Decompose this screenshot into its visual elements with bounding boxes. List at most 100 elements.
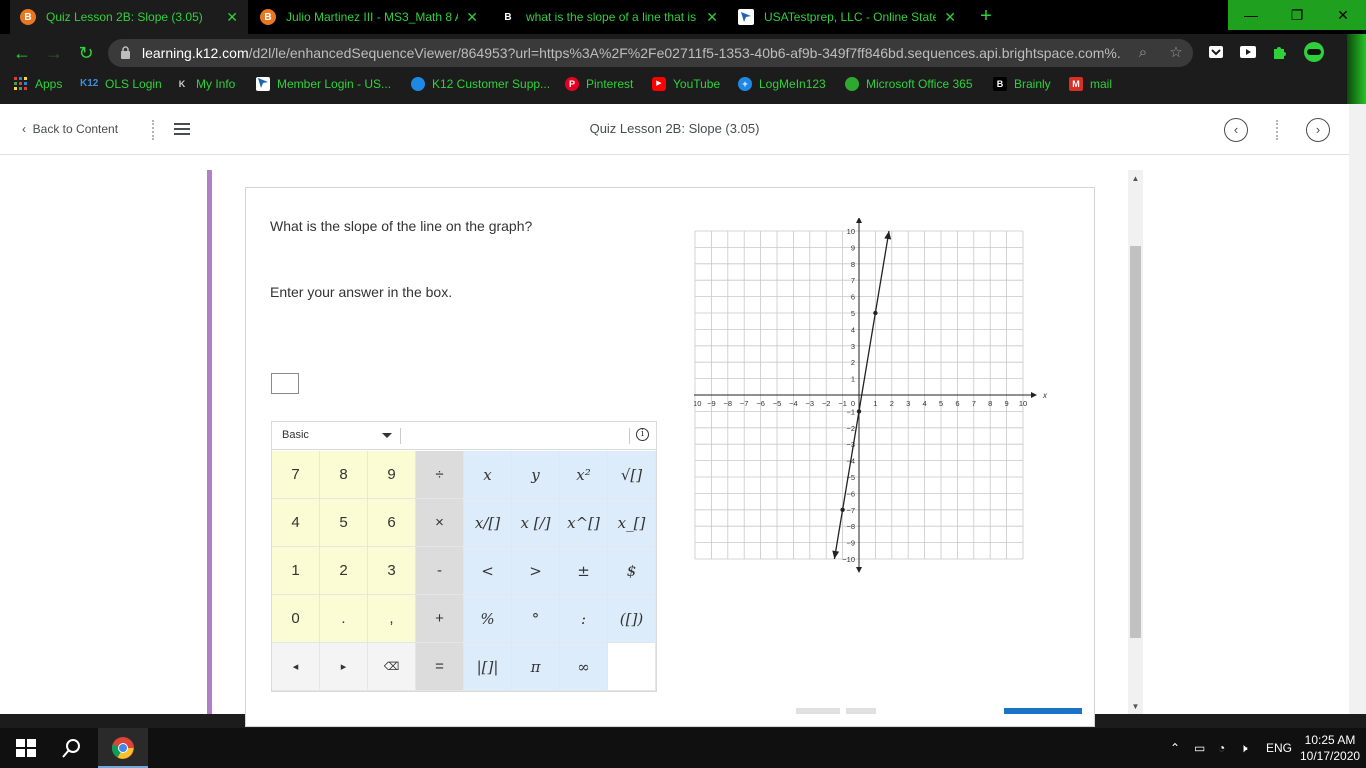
- bookmark-ols-login[interactable]: K12 OLS Login: [80, 72, 162, 96]
- minimize-button[interactable]: —: [1228, 0, 1274, 30]
- info-icon[interactable]: i: [636, 428, 649, 441]
- tab-quiz-lesson[interactable]: B Quiz Lesson 2B: Slope (3.05) ✕: [10, 0, 248, 34]
- keypad-key[interactable]: +: [416, 595, 464, 643]
- bookmark-mail[interactable]: M mail: [1069, 72, 1112, 96]
- extensions-puzzle-icon[interactable]: [1271, 43, 1289, 61]
- keypad-key[interactable]: ◂: [272, 643, 320, 691]
- address-bar[interactable]: learning.k12.com/d2l/le/enhancedSequence…: [108, 39, 1193, 67]
- keypad-key[interactable]: √[]: [608, 451, 656, 499]
- taskbar-clock[interactable]: 10:25 AM 10/17/2020: [1300, 732, 1360, 764]
- video-extension-icon[interactable]: [1239, 43, 1257, 61]
- keypad-key[interactable]: y: [512, 451, 560, 499]
- reload-icon[interactable]: ↻: [74, 41, 98, 65]
- bookmark-member-login[interactable]: Member Login - US...: [256, 72, 391, 96]
- back-arrow-icon[interactable]: ←: [10, 41, 34, 65]
- keypad-key[interactable]: x²: [560, 451, 608, 499]
- keypad-key[interactable]: 6: [368, 499, 416, 547]
- keypad-key[interactable]: ∞: [560, 643, 608, 691]
- bookmark-brainly[interactable]: B Brainly: [993, 72, 1051, 96]
- volume-icon[interactable]: 🕨: [1240, 728, 1248, 768]
- tray-chevron-icon[interactable]: ⌃: [1170, 728, 1180, 768]
- keypad-key[interactable]: ±: [560, 547, 608, 595]
- chevron-down-icon[interactable]: [382, 433, 392, 438]
- keypad-key[interactable]: 8: [320, 451, 368, 499]
- tab-julio-martinez[interactable]: B Julio Martinez III - MS3_Math 8 A ✕: [250, 0, 488, 34]
- close-window-button[interactable]: ✕: [1320, 0, 1366, 30]
- keypad-key[interactable]: %: [464, 595, 512, 643]
- keypad-key[interactable]: 9: [368, 451, 416, 499]
- keypad-key[interactable]: °: [512, 595, 560, 643]
- next-arrow-icon[interactable]: ›: [1306, 118, 1330, 142]
- close-tab-icon[interactable]: ✕: [226, 9, 238, 26]
- tab-brainly[interactable]: B what is the slope of a line that is ✕: [490, 0, 728, 34]
- keypad-mode-select[interactable]: Basic: [282, 429, 309, 441]
- keypad-key[interactable]: $: [608, 547, 656, 595]
- keypad-key[interactable]: 5: [320, 499, 368, 547]
- content-scrollbar-thumb[interactable]: [1130, 246, 1141, 638]
- x-tick-label: 5: [939, 399, 943, 408]
- keypad-key[interactable]: 7: [272, 451, 320, 499]
- answer-input[interactable]: [271, 373, 299, 394]
- keypad-key[interactable]: 4: [272, 499, 320, 547]
- previous-arrow-icon[interactable]: ‹: [1224, 118, 1248, 142]
- pocket-extension-icon[interactable]: [1207, 43, 1225, 61]
- keypad-key[interactable]: <: [464, 547, 512, 595]
- keypad-key[interactable]: ▸: [320, 643, 368, 691]
- keypad-key[interactable]: ,: [368, 595, 416, 643]
- wifi-icon[interactable]: ◔: [1218, 728, 1225, 768]
- footer-button[interactable]: [796, 708, 840, 714]
- keypad-key[interactable]: 2: [320, 547, 368, 595]
- keypad-key[interactable]: .: [320, 595, 368, 643]
- taskbar-chrome-button[interactable]: [98, 728, 148, 768]
- keypad-key[interactable]: ×: [416, 499, 464, 547]
- keypad-key[interactable]: =: [416, 643, 464, 691]
- close-tab-icon[interactable]: ✕: [706, 9, 718, 26]
- restore-button[interactable]: ❐: [1274, 0, 1320, 30]
- footer-button[interactable]: [846, 708, 876, 714]
- bookmark-youtube[interactable]: ▶ YouTube: [652, 72, 720, 96]
- keypad-key[interactable]: |[]|: [464, 643, 512, 691]
- keypad-key[interactable]: x^[]: [560, 499, 608, 547]
- bookmark-logmein[interactable]: + LogMeIn123: [738, 72, 826, 96]
- y-tick-label: 3: [851, 342, 855, 351]
- x-tick-label: −3: [806, 399, 815, 408]
- keypad-key[interactable]: x/[]: [464, 499, 512, 547]
- keypad-key[interactable]: ÷: [416, 451, 464, 499]
- bookmark-star-icon[interactable]: ☆: [1166, 43, 1186, 63]
- profile-avatar-icon[interactable]: [1303, 41, 1325, 63]
- new-tab-button[interactable]: +: [975, 6, 997, 28]
- bookmark-office-365[interactable]: Microsoft Office 365: [845, 72, 973, 96]
- battery-icon[interactable]: ▭: [1194, 728, 1205, 768]
- tab-title: what is the slope of a line that is: [526, 10, 697, 24]
- bookmark-pinterest[interactable]: P Pinterest: [565, 72, 633, 96]
- bookmark-apps[interactable]: Apps: [14, 72, 62, 96]
- keypad-key[interactable]: π: [512, 643, 560, 691]
- keypad-key[interactable]: >: [512, 547, 560, 595]
- y-tick-label: 9: [851, 243, 855, 252]
- scroll-up-icon[interactable]: ▲: [1128, 172, 1143, 186]
- bookmark-k12-support[interactable]: K12 Customer Supp...: [411, 72, 550, 96]
- zoom-search-icon[interactable]: ⌕: [1133, 43, 1153, 63]
- bookmark-label: LogMeIn123: [759, 77, 826, 91]
- keypad-key[interactable]: 3: [368, 547, 416, 595]
- bookmark-my-info[interactable]: K My Info: [175, 72, 236, 96]
- close-tab-icon[interactable]: ✕: [944, 9, 956, 26]
- keypad-key[interactable]: x: [464, 451, 512, 499]
- keypad-key[interactable]: ([]): [608, 595, 656, 643]
- windows-start-icon[interactable]: [14, 736, 38, 760]
- forward-arrow-icon[interactable]: →: [42, 41, 66, 65]
- keypad-key[interactable]: x [/]: [512, 499, 560, 547]
- footer-primary-button[interactable]: [1004, 708, 1082, 714]
- keypad-key[interactable]: :: [560, 595, 608, 643]
- page-scrollbar[interactable]: [1349, 104, 1366, 714]
- language-indicator[interactable]: ENG: [1266, 728, 1292, 768]
- close-tab-icon[interactable]: ✕: [466, 9, 478, 26]
- search-icon[interactable]: [60, 736, 84, 760]
- keypad-key[interactable]: 1: [272, 547, 320, 595]
- keypad-key[interactable]: 0: [272, 595, 320, 643]
- scroll-down-icon[interactable]: ▼: [1128, 700, 1143, 714]
- keypad-key[interactable]: ⌫: [368, 643, 416, 691]
- keypad-key[interactable]: x_[]: [608, 499, 656, 547]
- tab-usatestprep[interactable]: USATestprep, LLC - Online State- ✕: [728, 0, 966, 34]
- keypad-key[interactable]: -: [416, 547, 464, 595]
